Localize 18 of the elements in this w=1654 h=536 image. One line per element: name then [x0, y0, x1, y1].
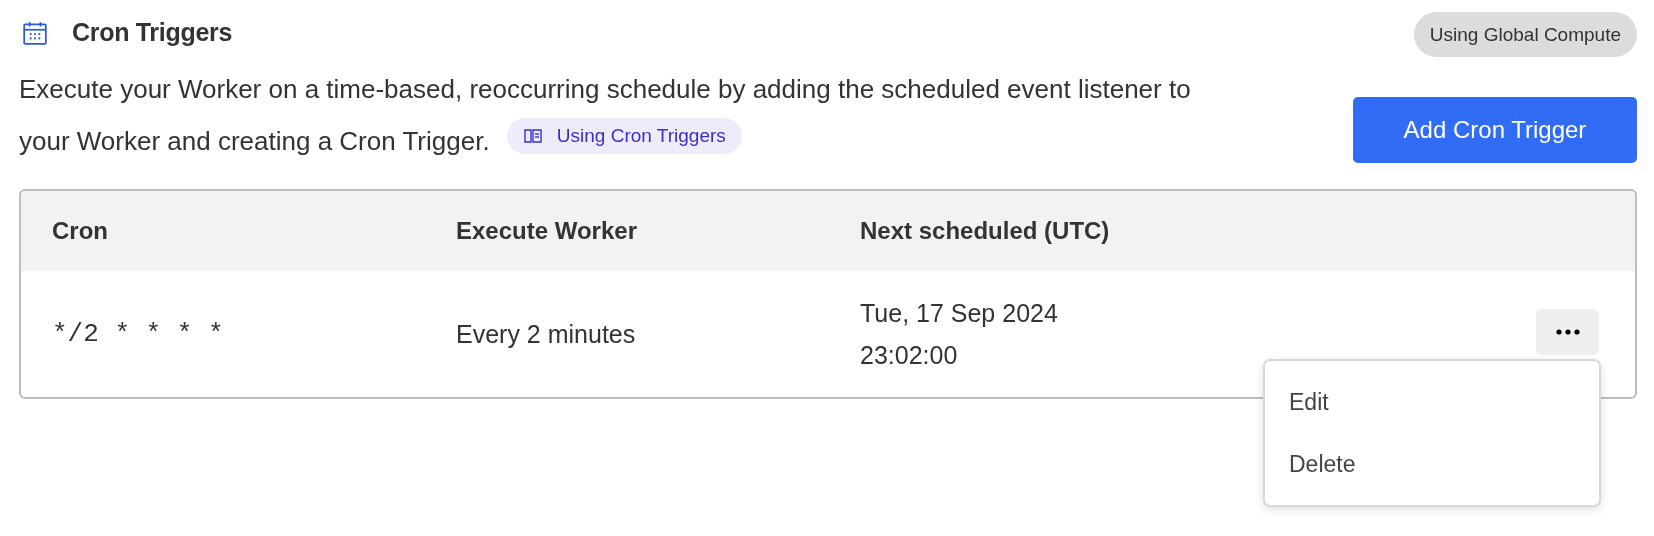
description-text: Execute your Worker on a time-based, reoccurring schedule by adding the scheduled event listener to your Worker and creating a Cron Trigger. Using Cron Triggers — [19, 73, 1192, 158]
column-header: Cron — [52, 217, 109, 245]
schedule-cell-text: Every 2 minutes — [456, 319, 637, 349]
ellipsis-icon — [1555, 329, 1580, 335]
book-icon — [522, 126, 543, 146]
cron-cell-text: */2 * * * * — [52, 319, 225, 349]
section-title: Cron Triggers — [72, 18, 233, 47]
calendar-icon — [22, 19, 48, 46]
next-run-text: Tue, 17 Sep 2024 — [860, 298, 1059, 329]
add-trigger-button[interactable]: Add Cron Trigger — [1353, 97, 1637, 163]
docs-link[interactable]: Using Cron Triggers — [506, 118, 742, 154]
more-button[interactable] — [1536, 309, 1599, 355]
next-run-text: 23:02:00 — [860, 340, 959, 371]
column-header: Next scheduled (UTC) — [860, 217, 1111, 245]
compute-badge: Using Global Compute — [1413, 12, 1637, 57]
menu-item[interactable]: Delete — [1265, 433, 1599, 495]
menu-item[interactable]: Edit — [1265, 371, 1599, 433]
column-header: Execute Worker — [456, 217, 638, 245]
